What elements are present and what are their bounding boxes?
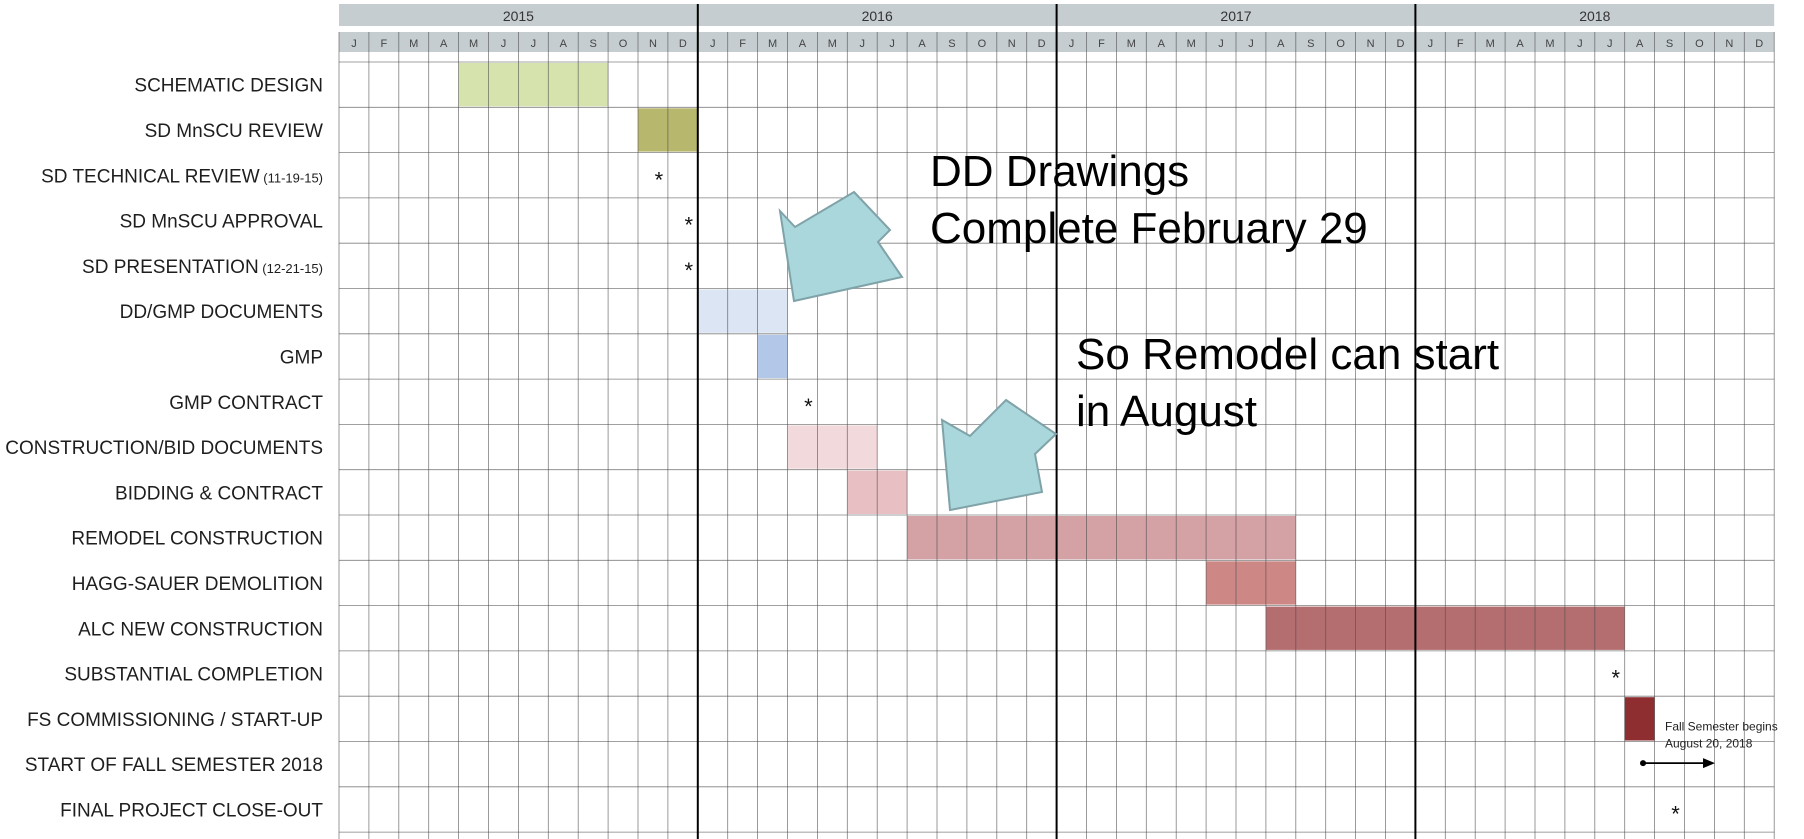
task-bar	[1624, 697, 1655, 741]
month-label: D	[1396, 38, 1404, 50]
task-label: START OF FALL SEMESTER 2018	[25, 755, 323, 776]
month-label: F	[1457, 38, 1464, 50]
task-label: SD TECHNICAL REVIEW (11-19-15)	[41, 166, 323, 187]
month-label: O	[619, 38, 628, 50]
milestone-marker: *	[1611, 666, 1620, 691]
month-label: M	[768, 38, 777, 50]
month-label: D	[1755, 38, 1763, 50]
month-label: O	[1695, 38, 1704, 50]
task-label: GMP CONTRACT	[169, 393, 323, 414]
month-label: J	[889, 38, 895, 50]
task-label: SD MnSCU REVIEW	[145, 121, 323, 142]
arrow-head	[1703, 758, 1716, 769]
month-label: S	[1666, 38, 1673, 50]
task-label: REMODEL CONSTRUCTION	[71, 529, 323, 550]
month-label: J	[710, 38, 716, 50]
milestone-marker: *	[685, 258, 694, 283]
month-label: A	[440, 38, 448, 50]
milestone-marker: *	[1671, 801, 1680, 826]
task-label: SD MnSCU APPROVAL	[120, 212, 323, 233]
month-label: N	[649, 38, 657, 50]
task-label: FS COMMISSIONING / START-UP	[27, 710, 323, 731]
month-label: J	[860, 38, 866, 50]
month-label: N	[1008, 38, 1016, 50]
month-label: A	[1158, 38, 1166, 50]
month-label: M	[1187, 38, 1196, 50]
month-label: M	[1127, 38, 1136, 50]
month-label: F	[380, 38, 387, 50]
month-label: D	[1038, 38, 1046, 50]
task-label: SD PRESENTATION (12-21-15)	[82, 257, 323, 278]
task-label: CONSTRUCTION/BID DOCUMENTS	[5, 438, 323, 459]
month-label: S	[948, 38, 955, 50]
task-bar	[907, 516, 1296, 560]
task-label: SCHEMATIC DESIGN	[134, 76, 323, 97]
year-label: 2016	[862, 8, 893, 24]
month-label: J	[1577, 38, 1583, 50]
callout-dd-line-1: DD Drawings	[930, 147, 1190, 196]
gantt-chart: 2015 J F M A M J J A S O N D 2016 J F M A M J J A S O N D 2017 J F M A…	[0, 0, 1804, 839]
callout-arrow-remodel	[940, 398, 1058, 512]
callout-dd-line-2: Complete February 29	[930, 204, 1368, 253]
callout-dd-drawings: DD Drawings Complete February 29	[930, 143, 1368, 257]
month-label: A	[1636, 38, 1644, 50]
task-label: ALC NEW CONSTRUCTION	[78, 619, 323, 640]
task-label: GMP	[280, 347, 323, 368]
task-date-note: (12-21-15)	[259, 261, 323, 276]
year-label: 2015	[503, 8, 534, 24]
month-label: F	[1098, 38, 1105, 50]
task-label: HAGG-SAUER DEMOLITION	[72, 574, 323, 595]
month-label: J	[1248, 38, 1254, 50]
month-label: M	[1486, 38, 1495, 50]
month-label: A	[918, 38, 926, 50]
month-label: A	[1277, 38, 1285, 50]
month-label: A	[799, 38, 807, 50]
callout-remodel-line-2: in August	[1076, 387, 1258, 436]
month-label: N	[1725, 38, 1733, 50]
month-label: J	[351, 38, 357, 50]
month-label: A	[560, 38, 568, 50]
callout-remodel-start: So Remodel can start in August	[1076, 326, 1499, 440]
month-label: M	[469, 38, 478, 50]
task-bar	[757, 334, 788, 379]
task-label: DD/GMP DOCUMENTS	[120, 302, 323, 323]
month-label: M	[828, 38, 837, 50]
task-bar	[697, 289, 788, 333]
month-label: D	[679, 38, 687, 50]
task-label: SUBSTANTIAL COMPLETION	[64, 665, 323, 686]
milestone-marker: *	[685, 213, 694, 238]
month-label: O	[978, 38, 987, 50]
task-label: FINAL PROJECT CLOSE-OUT	[60, 800, 323, 821]
milestone-marker: *	[655, 167, 664, 192]
task-bar	[1206, 561, 1296, 605]
month-label: S	[1307, 38, 1314, 50]
month-label: M	[1545, 38, 1554, 50]
month-label: N	[1367, 38, 1375, 50]
gantt-svg: 2015 J F M A M J J A S O N D 2016 J F M A M J J A S O N D 2017 J F M A…	[5, 4, 1778, 839]
month-label: J	[501, 38, 507, 50]
task-date-note: (11-19-15)	[260, 170, 323, 185]
task-label: BIDDING & CONTRACT	[115, 483, 323, 504]
year-label: 2017	[1220, 8, 1251, 24]
milestone-marker: *	[804, 394, 813, 419]
month-label: J	[1218, 38, 1224, 50]
callout-remodel-line-1: So Remodel can start	[1076, 330, 1500, 379]
month-label: S	[589, 38, 596, 50]
year-label: 2018	[1579, 8, 1610, 24]
month-label: O	[1336, 38, 1345, 50]
fall-semester-note: Fall Semester begins	[1665, 720, 1778, 734]
task-bar	[787, 425, 878, 469]
task-bar	[458, 63, 609, 107]
month-label: M	[409, 38, 418, 50]
month-label: J	[531, 38, 537, 50]
month-label: J	[1069, 38, 1075, 50]
fall-semester-note: August 20, 2018	[1665, 737, 1753, 751]
month-label: J	[1607, 38, 1613, 50]
callout-arrow-dd	[778, 190, 904, 303]
month-label: A	[1516, 38, 1524, 50]
month-label: F	[739, 38, 746, 50]
month-label: J	[1428, 38, 1434, 50]
